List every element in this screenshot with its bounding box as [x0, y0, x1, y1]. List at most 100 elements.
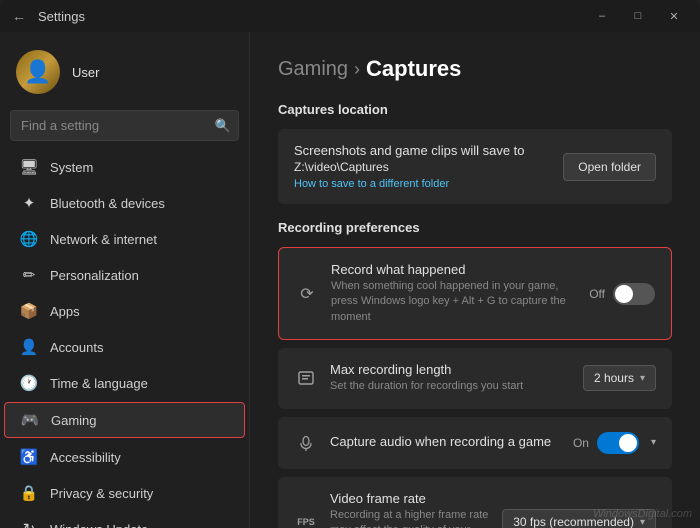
sidebar-item-gaming[interactable]: 🎮 Gaming — [4, 402, 245, 438]
system-icon: 🖥 — [20, 158, 38, 176]
gaming-icon: 🎮 — [21, 411, 39, 429]
sidebar-item-label: Windows Update — [50, 522, 148, 528]
breadcrumb-current: Captures — [366, 56, 461, 82]
max-recording-card: Max recording length Set the duration fo… — [278, 348, 672, 408]
sidebar-item-label: Privacy & security — [50, 486, 153, 501]
record-toggle[interactable] — [613, 283, 655, 305]
window-controls: – □ ✕ — [588, 6, 688, 26]
max-recording-action: 2 hours ▾ — [583, 365, 656, 391]
sidebar-item-accounts[interactable]: 👤 Accounts — [4, 330, 245, 364]
location-desc: Screenshots and game clips will save to — [294, 143, 563, 158]
capture-audio-label: Capture audio when recording a game — [330, 434, 561, 449]
toggle-off-label: Off — [589, 287, 605, 301]
title-bar-title: Settings — [38, 9, 85, 24]
record-label: Record what happened — [331, 262, 577, 277]
location-path: Z:\video\Captures — [294, 160, 563, 174]
chevron-down-icon: ▾ — [640, 373, 645, 384]
chevron-down-icon: ▾ — [651, 437, 656, 448]
location-text: Screenshots and game clips will save to … — [294, 143, 563, 190]
video-frame-value: 30 fps (recommended) — [513, 515, 634, 528]
windows-update-icon: ↻ — [20, 520, 38, 528]
recording-preferences-section: Recording preferences ⟳ Record what happ… — [278, 220, 672, 528]
open-folder-button[interactable]: Open folder — [563, 153, 656, 181]
avatar: 👤 — [16, 50, 60, 94]
breadcrumb-parent[interactable]: Gaming — [278, 58, 348, 81]
video-frame-rate-row: FPS Video frame rate Recording at a high… — [278, 477, 672, 528]
network-icon: 🌐 — [20, 230, 38, 248]
sidebar-item-time[interactable]: 🕐 Time & language — [4, 366, 245, 400]
user-profile: 👤 User — [0, 40, 249, 110]
record-icon: ⟳ — [295, 282, 319, 306]
user-name: User — [72, 65, 99, 80]
video-frame-dropdown[interactable]: 30 fps (recommended) ▾ — [502, 509, 656, 528]
apps-icon: 📦 — [20, 302, 38, 320]
accounts-icon: 👤 — [20, 338, 38, 356]
capture-audio-row: Capture audio when recording a game On ▾ — [278, 417, 672, 469]
record-what-happened-row: ⟳ Record what happened When something co… — [279, 248, 671, 339]
sidebar-item-apps[interactable]: 📦 Apps — [4, 294, 245, 328]
chevron-down-icon: ▾ — [640, 517, 645, 528]
sidebar-item-label: Apps — [50, 304, 80, 319]
capture-audio-action: On ▾ — [573, 432, 656, 454]
personalization-icon: ✏ — [20, 266, 38, 284]
search-input[interactable] — [10, 110, 239, 141]
sidebar-item-system[interactable]: 🖥 System — [4, 150, 245, 184]
captures-location-card: Screenshots and game clips will save to … — [278, 129, 672, 204]
max-recording-row: Max recording length Set the duration fo… — [278, 348, 672, 408]
title-bar: ← Settings – □ ✕ — [0, 0, 700, 32]
record-sublabel: When something cool happened in your gam… — [331, 279, 577, 325]
sidebar-item-label: Bluetooth & devices — [50, 196, 165, 211]
main-content-area: Gaming › Captures Captures location Scre… — [250, 32, 700, 528]
sidebar-item-label: Personalization — [50, 268, 139, 283]
sidebar-item-label: Time & language — [50, 376, 148, 391]
sidebar-item-personalization[interactable]: ✏ Personalization — [4, 258, 245, 292]
video-frame-action: 30 fps (recommended) ▾ — [502, 509, 656, 528]
capture-audio-card: Capture audio when recording a game On ▾ — [278, 417, 672, 469]
sidebar-item-label: Gaming — [51, 413, 97, 428]
search-box: 🔍 — [10, 110, 239, 141]
max-recording-value: 2 hours — [594, 371, 634, 385]
video-frame-text: Video frame rate Recording at a higher f… — [330, 491, 490, 528]
captures-location-title: Captures location — [278, 102, 672, 117]
search-icon: 🔍 — [215, 118, 231, 134]
bluetooth-icon: ✦ — [20, 194, 38, 212]
audio-icon — [294, 431, 318, 455]
sidebar-item-windows-update[interactable]: ↻ Windows Update — [4, 512, 245, 528]
toggle-knob — [619, 434, 637, 452]
sidebar-item-accessibility[interactable]: ♿ Accessibility — [4, 440, 245, 474]
time-icon: 🕐 — [20, 374, 38, 392]
sidebar-item-label: System — [50, 160, 93, 175]
main-content: 👤 User 🔍 🖥 System ✦ Bluetooth & devices … — [0, 32, 700, 528]
sidebar-item-privacy[interactable]: 🔒 Privacy & security — [4, 476, 245, 510]
sidebar-item-network[interactable]: 🌐 Network & internet — [4, 222, 245, 256]
max-recording-dropdown[interactable]: 2 hours ▾ — [583, 365, 656, 391]
max-recording-label: Max recording length — [330, 362, 571, 377]
sidebar: 👤 User 🔍 🖥 System ✦ Bluetooth & devices … — [0, 32, 250, 528]
settings-window: ← Settings – □ ✕ 👤 User 🔍 🖥 System — [0, 0, 700, 528]
capture-audio-toggle[interactable] — [597, 432, 639, 454]
breadcrumb: Gaming › Captures — [278, 56, 672, 82]
max-recording-icon — [294, 366, 318, 390]
video-frame-rate-card: FPS Video frame rate Recording at a high… — [278, 477, 672, 528]
close-button[interactable]: ✕ — [660, 6, 688, 26]
captures-location-section: Captures location Screenshots and game c… — [278, 102, 672, 204]
max-recording-sublabel: Set the duration for recordings you star… — [330, 379, 571, 394]
record-what-happened-card: ⟳ Record what happened When something co… — [278, 247, 672, 340]
capture-audio-text: Capture audio when recording a game — [330, 434, 561, 451]
accessibility-icon: ♿ — [20, 448, 38, 466]
back-button[interactable]: ← — [12, 8, 26, 24]
sidebar-item-label: Accessibility — [50, 450, 121, 465]
record-text: Record what happened When something cool… — [331, 262, 577, 325]
sidebar-item-label: Accounts — [50, 340, 103, 355]
avatar-image: 👤 — [16, 50, 60, 94]
change-folder-link[interactable]: How to save to a different folder — [294, 178, 563, 190]
max-recording-text: Max recording length Set the duration fo… — [330, 362, 571, 394]
breadcrumb-separator: › — [354, 59, 360, 80]
recording-preferences-title: Recording preferences — [278, 220, 672, 235]
minimize-button[interactable]: – — [588, 6, 616, 26]
sidebar-item-bluetooth[interactable]: ✦ Bluetooth & devices — [4, 186, 245, 220]
maximize-button[interactable]: □ — [624, 6, 652, 26]
video-frame-label: Video frame rate — [330, 491, 490, 506]
toggle-on-label: On — [573, 436, 589, 450]
privacy-icon: 🔒 — [20, 484, 38, 502]
